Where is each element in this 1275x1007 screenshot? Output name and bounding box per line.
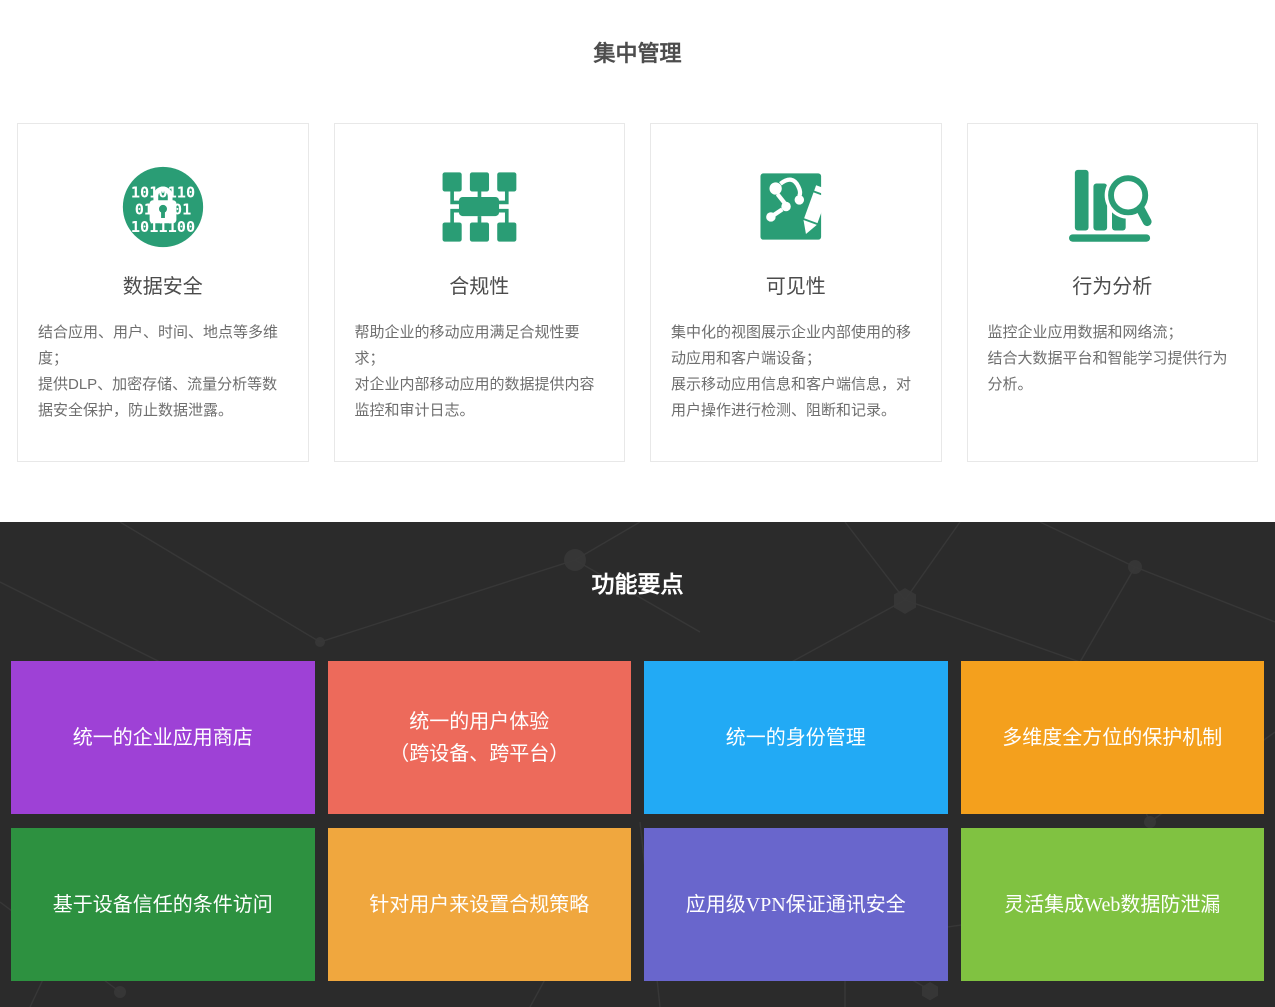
tile-unified-user-experience: 统一的用户体验 （跨设备、跨平台） (328, 661, 632, 814)
card-visibility: 可见性 集中化的视图展示企业内部使用的移动应用和客户端设备； 展示移动应用信息和… (650, 123, 942, 462)
card-body: 结合应用、用户、时间、地点等多维度； 提供DLP、加密存储、流量分析等数据安全保… (18, 320, 308, 424)
card-body: 集中化的视图展示企业内部使用的移动应用和客户端设备； 展示移动应用信息和客户端信… (651, 320, 941, 424)
tile-web-dlp: 灵活集成Web数据防泄漏 (961, 828, 1265, 981)
card-body: 帮助企业的移动应用满足合规性要求； 对企业内部移动应用的数据提供内容监控和审计日… (335, 320, 625, 424)
feature-tiles-grid: 统一的企业应用商店 统一的用户体验 （跨设备、跨平台） 统一的身份管理 多维度全… (0, 661, 1275, 981)
card-data-security: 1010110 01 01 1011100 数据安全 结合应用、用户、时间、地点… (17, 123, 309, 462)
card-title: 数据安全 (18, 270, 308, 299)
tile-protection-mechanism: 多维度全方位的保护机制 (961, 661, 1265, 814)
card-behavior-analysis: 行为分析 监控企业应用数据和网络流； 结合大数据平台和智能学习提供行为分析。 (967, 123, 1259, 462)
card-title: 可见性 (651, 270, 941, 299)
card-compliance: 合规性 帮助企业的移动应用满足合规性要求； 对企业内部移动应用的数据提供内容监控… (334, 123, 626, 462)
svg-text:1010110: 1010110 (131, 183, 195, 201)
binary-lock-icon: 1010110 01 01 1011100 (18, 160, 308, 253)
section-title: 功能要点 (0, 569, 1275, 599)
tile-unified-app-store: 统一的企业应用商店 (11, 661, 315, 814)
graph-pencil-icon (651, 160, 941, 253)
centralized-management-section: 集中管理 1010110 01 01 1011100 (0, 0, 1275, 522)
card-title: 行为分析 (968, 270, 1258, 299)
network-nodes-icon (335, 160, 625, 253)
tile-app-level-vpn: 应用级VPN保证通讯安全 (644, 828, 948, 981)
tile-compliance-policy: 针对用户来设置合规策略 (328, 828, 632, 981)
feature-cards-row: 1010110 01 01 1011100 数据安全 结合应用、用户、时间、地点… (0, 123, 1275, 462)
feature-points-section: 功能要点 统一的企业应用商店 统一的用户体验 （跨设备、跨平台） 统一的身份管理… (0, 522, 1275, 1007)
card-body: 监控企业应用数据和网络流； 结合大数据平台和智能学习提供行为分析。 (968, 320, 1258, 398)
barchart-magnifier-icon (968, 160, 1258, 253)
tile-conditional-access: 基于设备信任的条件访问 (11, 828, 315, 981)
card-title: 合规性 (335, 270, 625, 299)
section-title: 集中管理 (0, 40, 1275, 67)
tile-unified-identity: 统一的身份管理 (644, 661, 948, 814)
